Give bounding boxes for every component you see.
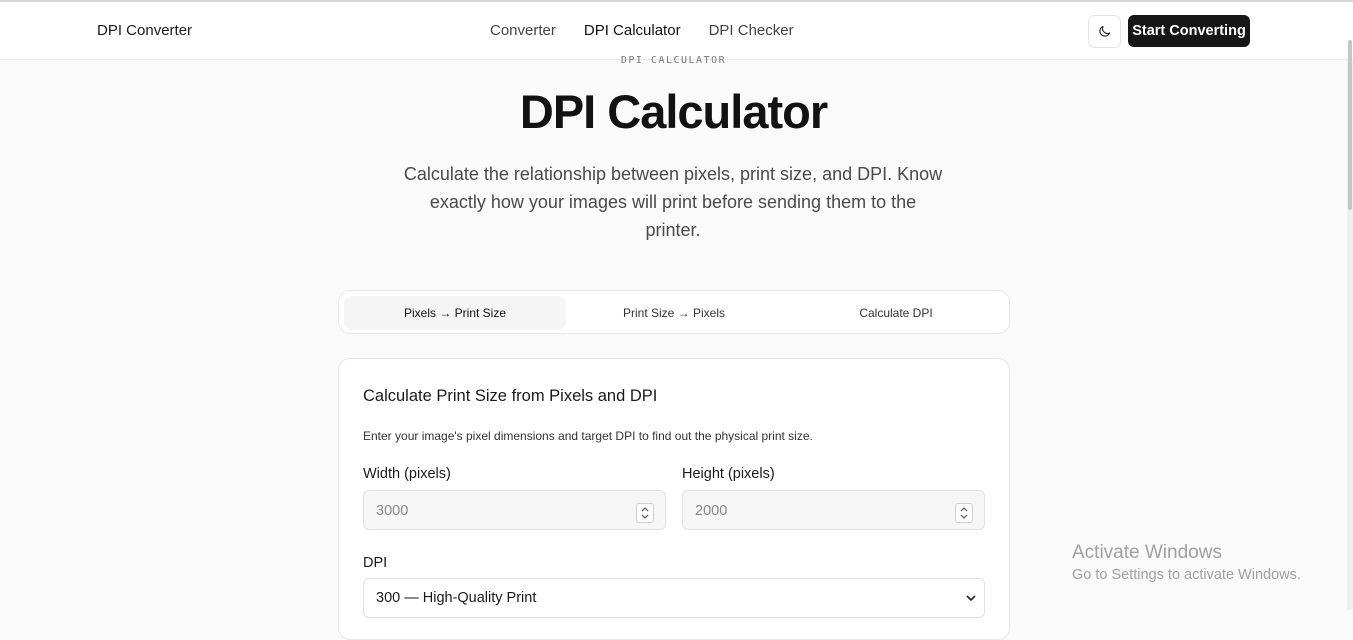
theme-toggle-button[interactable] <box>1088 15 1121 48</box>
calculator-card: Calculate Print Size from Pixels and DPI… <box>338 358 1010 640</box>
calculator-mode-tabs: Pixels → Print Size Print Size → Pixels … <box>338 290 1010 334</box>
page-title: DPI Calculator <box>519 85 828 138</box>
stepper-arrows-icon <box>641 507 649 519</box>
tab-calculate-dpi[interactable]: Calculate DPI <box>785 296 1007 330</box>
height-stepper[interactable] <box>955 503 973 523</box>
width-label: Width (pixels) <box>363 466 451 482</box>
activate-windows-title: Activate Windows <box>1072 542 1222 563</box>
top-navbar: DPI Converter Converter DPI Calculator D… <box>0 2 1353 60</box>
activate-windows-subtitle: Go to Settings to activate Windows. <box>1072 567 1301 583</box>
chevron-down-icon <box>966 595 976 602</box>
dpi-label: DPI <box>363 555 388 571</box>
page-subtitle: Calculate the relationship between pixel… <box>403 164 943 240</box>
nav-dpi-checker[interactable]: DPI Checker <box>709 22 794 39</box>
section-eyebrow: DPI CALCULATOR <box>620 55 727 66</box>
width-input-value: 3000 <box>376 503 409 519</box>
brand-logo-text[interactable]: DPI Converter <box>97 22 192 39</box>
main-nav: Converter DPI Calculator DPI Checker <box>490 22 794 39</box>
width-input[interactable]: 3000 <box>363 490 666 530</box>
height-label: Height (pixels) <box>682 466 775 482</box>
nav-dpi-calculator[interactable]: DPI Calculator <box>584 22 681 39</box>
scrollbar-thumb[interactable] <box>1348 40 1352 210</box>
width-stepper[interactable] <box>636 503 654 523</box>
dpi-select[interactable]: 300 — High-Quality Print <box>363 578 985 618</box>
height-input[interactable]: 2000 <box>682 490 985 530</box>
card-title: Calculate Print Size from Pixels and DPI <box>363 387 658 405</box>
moon-icon <box>1099 25 1111 37</box>
stepper-arrows-icon <box>960 507 968 519</box>
start-converting-button[interactable]: Start Converting <box>1128 15 1250 47</box>
height-input-value: 2000 <box>695 503 728 519</box>
tab-pixels-to-print-size[interactable]: Pixels → Print Size <box>344 296 566 330</box>
nav-converter[interactable]: Converter <box>490 22 556 39</box>
card-description: Enter your image's pixel dimensions and … <box>363 429 813 443</box>
tab-print-size-to-pixels[interactable]: Print Size → Pixels <box>563 296 785 330</box>
dpi-select-value: 300 — High-Quality Print <box>376 590 537 606</box>
